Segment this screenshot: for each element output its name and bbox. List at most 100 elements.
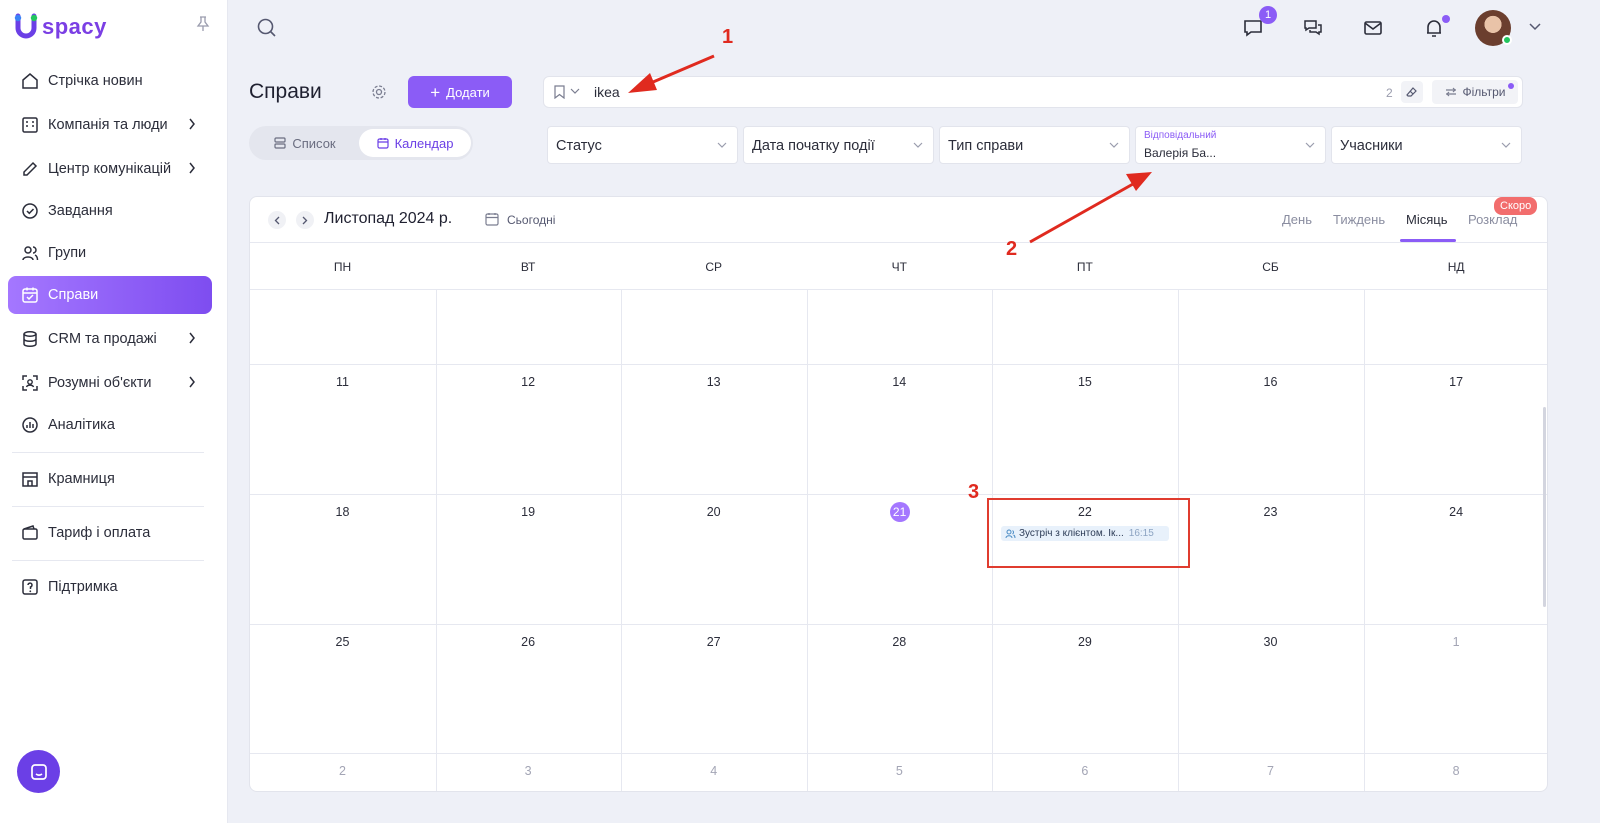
clear-search-button[interactable] [1401,81,1423,103]
responsible-filter[interactable]: Відповідальний Валерія Ба... [1135,126,1326,164]
day-number[interactable]: 15 [992,375,1177,389]
day-number[interactable]: 26 [436,635,621,649]
chats-icon [1304,20,1322,36]
view-day[interactable]: День [1282,212,1312,227]
day-number[interactable]: 17 [1364,375,1547,389]
today-date[interactable]: 21 [889,502,910,522]
day-number[interactable]: 18 [250,505,435,519]
pin-icon[interactable] [196,16,210,32]
search-bar: ikea 2 Фільтри [543,76,1523,108]
logo-mark-icon [14,13,38,39]
day-number[interactable]: 20 [621,505,806,519]
day-number[interactable]: 3 [436,764,621,778]
weekday-label: ПТ [1076,260,1093,274]
sidebar-item-support[interactable]: Підтримка [8,568,212,606]
filters-button[interactable]: Фільтри [1432,80,1518,104]
grid-line [250,364,1547,365]
type-filter[interactable]: Тип справи [939,126,1130,164]
bookmark-icon[interactable] [554,85,565,99]
tab-calendar[interactable]: Календар [359,129,471,157]
start-date-filter-label: Дата початку події [752,138,875,154]
day-number[interactable]: 19 [436,505,621,519]
logo[interactable]: spacy [14,12,107,42]
sidebar-item-analytics[interactable]: Аналітика [8,406,212,444]
sidebar-item-label: Розумні об'єкти [48,375,152,391]
day-number[interactable]: 27 [621,635,806,649]
day-number[interactable]: 4 [621,764,806,778]
chevron-down-icon [1109,142,1119,148]
day-number[interactable]: 29 [992,635,1177,649]
status-filter-label: Статус [556,138,602,154]
soon-badge: Скоро [1494,197,1538,215]
sidebar-item-store[interactable]: Крамниця [8,460,212,498]
search-result-count: 2 [1386,86,1393,100]
chevron-right-icon [189,162,195,174]
tab-list[interactable]: Список [253,129,357,157]
next-month-button[interactable] [296,211,314,229]
type-filter-label: Тип справи [948,138,1024,154]
day-number[interactable]: 13 [621,375,806,389]
mail-button[interactable] [1359,14,1387,42]
chevron-down-icon[interactable] [570,88,580,95]
search-icon[interactable] [256,17,278,39]
sidebar-item-label: CRM та продажі [48,331,157,347]
tab-list-label: Список [292,135,336,151]
sidebar-item-label: Тариф і оплата [48,525,151,541]
grid-line [435,289,437,791]
day-number[interactable]: 11 [250,375,435,389]
sidebar-item-tasks[interactable]: Завдання [8,192,212,230]
day-number[interactable]: 14 [807,375,992,389]
divider [12,452,204,453]
grid-line [1363,289,1365,791]
sidebar-item-billing[interactable]: Тариф і оплата [8,514,212,552]
sidebar-item-groups[interactable]: Групи [8,234,212,272]
day-number[interactable]: 8 [1364,764,1547,778]
status-filter[interactable]: Статус [547,126,738,164]
sidebar-item-label: Аналітика [48,417,115,433]
view-month[interactable]: Місяць [1406,212,1447,227]
sidebar-item-smart-objects[interactable]: Розумні об'єкти [8,364,212,402]
sidebar-item-communications[interactable]: Центр комунікацій [8,150,212,188]
day-number[interactable]: 7 [1178,764,1363,778]
scrollbar[interactable] [1543,407,1546,607]
chevron-down-icon [717,142,727,148]
day-number[interactable]: 6 [992,764,1177,778]
search-input[interactable]: ikea [594,84,620,100]
day-number[interactable]: 12 [436,375,621,389]
day-number[interactable]: 24 [1364,505,1547,519]
annotation-number: 1 [722,26,734,48]
annotation-number: 3 [968,481,980,503]
view-week[interactable]: Тиждень [1333,212,1385,227]
grid-line [806,289,808,791]
divider [12,560,204,561]
day-number[interactable]: 2 [250,764,435,778]
participants-filter[interactable]: Учасники [1331,126,1522,164]
day-number[interactable]: 23 [1178,505,1363,519]
sidebar-item-crm[interactable]: CRM та продажі [8,320,212,358]
chevron-right-icon [189,118,195,130]
chevron-right-icon [189,376,195,388]
chevron-down-icon[interactable] [1529,23,1541,31]
add-button[interactable]: + Додати [408,76,512,108]
today-button[interactable]: Сьогодні [507,213,555,227]
chevron-down-icon [913,142,923,148]
prev-month-button[interactable] [268,211,286,229]
sidebar-item-company[interactable]: Компанія та люди [8,106,212,144]
annotation-box [987,498,1190,568]
start-date-filter[interactable]: Дата початку події [743,126,934,164]
day-number[interactable]: 1 [1364,635,1547,649]
day-number[interactable]: 16 [1178,375,1363,389]
grid-line [250,289,1547,290]
support-chat-button[interactable] [17,750,60,793]
day-number[interactable]: 5 [807,764,992,778]
gear-icon[interactable] [371,84,387,100]
database-icon [20,329,40,349]
day-number[interactable]: 25 [250,635,435,649]
filters-active-dot [1508,83,1514,89]
chats-button[interactable] [1299,14,1327,42]
day-number[interactable]: 30 [1178,635,1363,649]
sidebar-item-news[interactable]: Стрічка новин [8,62,212,100]
sidebar-item-cases[interactable]: Справи [8,276,212,314]
day-number[interactable]: 28 [807,635,992,649]
calendar-check-icon [20,285,40,305]
